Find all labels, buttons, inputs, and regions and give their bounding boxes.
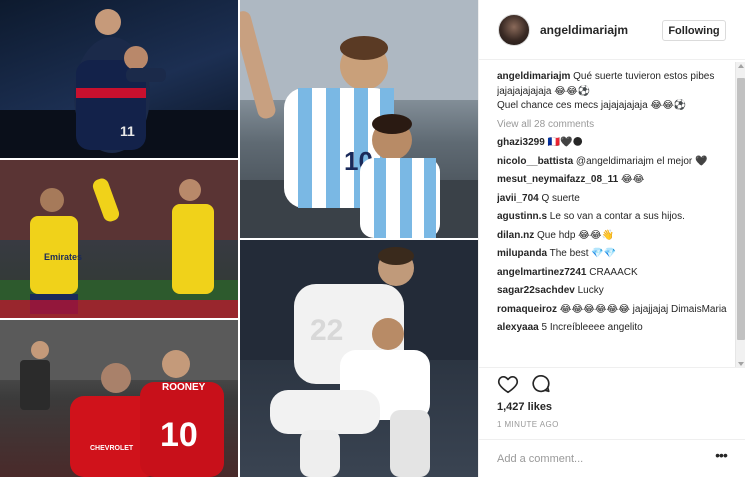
- comment-item: mesut_neymaifazz_08_11 😂😂: [497, 173, 729, 188]
- photo-collage[interactable]: 11 Emirates ROONEY 10 CHEVROLET 10 22: [0, 0, 478, 477]
- heart-icon[interactable]: [497, 373, 519, 395]
- comment-username[interactable]: angelmartinez7241: [497, 267, 587, 278]
- svg-text:10: 10: [160, 416, 198, 454]
- comment-item: nicolo__battista @angeldimariajm el mejo…: [497, 155, 729, 170]
- post-actions: 1,427 likes 1 MINUTE AGO •••: [479, 367, 745, 477]
- comment-username[interactable]: nicolo__battista: [497, 156, 573, 167]
- comment-text: CRAAACK: [589, 266, 638, 278]
- comment-username[interactable]: milupanda: [497, 248, 547, 259]
- comment-item: agustinn.s Le so van a contar a sus hijo…: [497, 210, 729, 225]
- caption-username[interactable]: angeldimariajm: [497, 71, 570, 82]
- comment-text: @angeldimariajm el mejor 🖤: [575, 155, 708, 167]
- photo-argentina: 10: [240, 0, 478, 238]
- photo-psg-yellow-kit: Emirates: [0, 160, 238, 318]
- argentina-illustration: 10: [240, 0, 478, 238]
- comment-username[interactable]: romaqueiroz: [497, 304, 557, 315]
- likes-count[interactable]: 1,427 likes: [497, 401, 552, 413]
- more-options-icon[interactable]: •••: [713, 448, 729, 466]
- comments-list[interactable]: angeldimariajm Qué suerte tuvieron estos…: [497, 70, 729, 366]
- comment-text: The best 💎💎: [549, 248, 617, 259]
- man-utd-illustration: ROONEY 10 CHEVROLET: [0, 320, 238, 477]
- comment-text: 5 Increíbleeee angelito: [541, 322, 643, 333]
- comment-text: Le so van a contar a sus hijos.: [549, 211, 685, 222]
- comment-text: 🇫🇷🖤🌑: [547, 137, 583, 148]
- following-button[interactable]: Following: [662, 20, 726, 41]
- comment-item: romaqueiroz 😂😂😂😂😂😂 jajajjajaj DimaisMari…: [497, 303, 729, 318]
- comment-text: Que hdp 😂😂👋: [537, 229, 614, 241]
- post-panel: angeldimariajm Following angeldimariajm …: [478, 0, 745, 477]
- photo-real-madrid: 22: [240, 240, 478, 477]
- svg-text:Emirates: Emirates: [44, 252, 82, 262]
- psg-yellow-kit-illustration: Emirates: [0, 160, 238, 318]
- scroll-thumb[interactable]: [737, 78, 745, 340]
- real-madrid-illustration: 22: [240, 240, 478, 477]
- caption-line-2: Quel chance ces mecs jajajajajaja 😂😂⚽: [497, 100, 687, 111]
- header-username[interactable]: angeldimariajm: [540, 23, 628, 37]
- comment-item: alexyaaa 5 Increíbleeee angelito: [497, 321, 729, 336]
- comment-username[interactable]: javii_704: [497, 193, 539, 204]
- comment-item: javii_704 Q suerte: [497, 192, 729, 207]
- comments-scrollbar[interactable]: [735, 62, 745, 368]
- comment-username[interactable]: sagar22sachdev: [497, 285, 575, 296]
- scroll-up-arrow-icon[interactable]: [738, 64, 744, 68]
- post-header: angeldimariajm Following: [479, 0, 745, 60]
- svg-text:ROONEY: ROONEY: [162, 382, 206, 393]
- comment-item: dilan.nz Que hdp 😂😂👋: [497, 229, 729, 244]
- comment-item: milupanda The best 💎💎: [497, 247, 729, 262]
- photo-psg-celebration: 11: [0, 0, 238, 158]
- svg-text:22: 22: [310, 314, 343, 347]
- photo-man-utd: ROONEY 10 CHEVROLET: [0, 320, 238, 477]
- comment-text: Lucky: [577, 285, 604, 296]
- comment-username[interactable]: ghazi3299: [497, 137, 545, 148]
- svg-text:11: 11: [120, 123, 135, 139]
- comment-item: angelmartinez7241 CRAAACK: [497, 266, 729, 281]
- comment-item: sagar22sachdev Lucky: [497, 284, 729, 299]
- comment-username[interactable]: alexyaaa: [497, 322, 539, 333]
- svg-text:CHEVROLET: CHEVROLET: [90, 445, 134, 452]
- comment-text: 😂😂: [620, 174, 645, 185]
- comment-username[interactable]: mesut_neymaifazz_08_11: [497, 174, 618, 185]
- comment-username[interactable]: agustinn.s: [497, 211, 547, 222]
- comment-bubble-icon[interactable]: [530, 373, 552, 395]
- post-timestamp: 1 MINUTE AGO: [497, 420, 559, 429]
- comment-item: ghazi3299 🇫🇷🖤🌑: [497, 136, 729, 151]
- avatar[interactable]: [498, 14, 530, 46]
- caption: angeldimariajm Qué suerte tuvieron estos…: [497, 70, 729, 114]
- comment-username[interactable]: dilan.nz: [497, 230, 534, 241]
- add-comment-input[interactable]: [497, 450, 697, 468]
- comment-text: 😂😂😂😂😂😂 jajajjajaj DimaisMaria: [559, 303, 727, 315]
- psg-celebration-illustration: 11: [0, 9, 238, 158]
- comment-text: Q suerte: [541, 192, 580, 204]
- view-all-comments-link[interactable]: View all 28 comments: [497, 118, 729, 133]
- add-comment-row: •••: [479, 439, 745, 477]
- scroll-down-arrow-icon[interactable]: [738, 362, 744, 366]
